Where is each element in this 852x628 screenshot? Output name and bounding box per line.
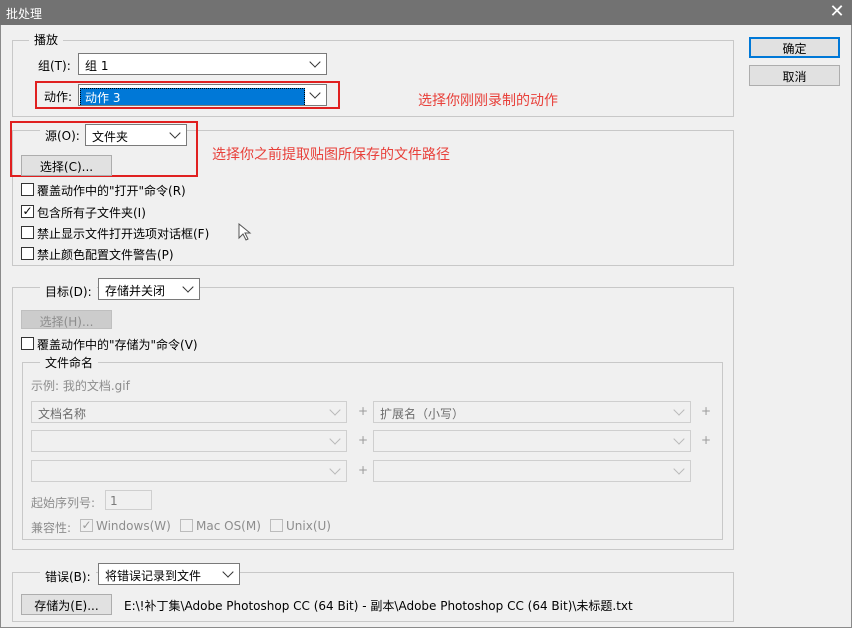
chevron-down-icon — [182, 281, 194, 293]
suppress-open-options-checkbox[interactable] — [21, 226, 34, 239]
suppress-color-warning-label: 禁止颜色配置文件警告(P) — [37, 248, 174, 262]
errors-select[interactable]: 将错误记录到文件 — [98, 563, 240, 585]
suppress-open-options-label: 禁止显示文件打开选项对话框(F) — [37, 227, 210, 241]
chevron-down-icon — [329, 433, 341, 445]
include-subfolders-checkbox[interactable]: ✓ — [21, 205, 34, 218]
naming-field-3-left[interactable] — [31, 460, 347, 482]
naming-field-1-left[interactable]: 文档名称 — [31, 401, 347, 423]
include-subfolders-label: 包含所有子文件夹(I) — [37, 206, 146, 220]
action-annotation: 选择你刚刚录制的动作 — [418, 93, 558, 109]
action-select-value: 动作 3 — [80, 88, 305, 105]
destination-choose-button[interactable]: 选择(H)... — [21, 310, 112, 329]
group-select-value: 组 1 — [85, 59, 109, 73]
compat-unix-label: Unix(U) — [286, 519, 331, 533]
save-as-button[interactable]: 存储为(E)... — [21, 594, 112, 615]
compat-label: 兼容性: — [31, 521, 72, 535]
source-annotation: 选择你之前提取贴图所保存的文件路径 — [212, 147, 450, 163]
cancel-button[interactable]: 取消 — [749, 65, 840, 86]
chevron-down-icon — [309, 56, 321, 68]
naming-example: 示例: 我的文档.gif — [31, 379, 130, 393]
chevron-down-icon — [673, 433, 685, 445]
serial-input[interactable]: 1 — [105, 490, 152, 510]
compat-macos-checkbox[interactable] — [180, 519, 193, 532]
plus-icon: + — [701, 433, 712, 447]
naming-field-1-left-value: 文档名称 — [38, 407, 87, 421]
source-select-value: 文件夹 — [92, 130, 129, 144]
checkmark-icon: ✓ — [22, 204, 33, 218]
plus-icon: + — [358, 433, 369, 447]
source-select[interactable]: 文件夹 — [85, 124, 187, 146]
window-title: 批处理 — [6, 7, 43, 21]
action-label: 动作: — [44, 90, 73, 104]
title-bar: 批处理 ✕ — [0, 0, 852, 25]
compat-windows-label: Windows(W) — [96, 519, 171, 533]
chevron-down-icon — [329, 404, 341, 416]
naming-field-3-right[interactable] — [373, 460, 691, 482]
naming-field-2-right[interactable] — [373, 430, 691, 452]
compat-unix-checkbox[interactable] — [270, 519, 283, 532]
chevron-down-icon — [673, 463, 685, 475]
chevron-down-icon — [329, 463, 341, 475]
source-label: 源(O): — [40, 127, 85, 144]
override-save-as-checkbox[interactable] — [21, 337, 34, 350]
naming-field-1-right-value: 扩展名（小写） — [380, 407, 465, 421]
naming-field-1-right[interactable]: 扩展名（小写） — [373, 401, 691, 423]
serial-label: 起始序列号: — [31, 496, 96, 510]
mouse-cursor-icon — [238, 223, 252, 241]
override-open-checkbox[interactable] — [21, 183, 34, 196]
group-select[interactable]: 组 1 — [78, 53, 327, 75]
chevron-down-icon — [673, 404, 685, 416]
destination-select-value: 存储并关闭 — [105, 284, 166, 298]
play-legend: 播放 — [29, 31, 64, 48]
errors-select-value: 将错误记录到文件 — [105, 569, 202, 583]
errors-label: 错误(B): — [40, 568, 96, 585]
source-choose-button[interactable]: 选择(C)... — [21, 155, 112, 176]
destination-label: 目标(D): — [40, 283, 97, 300]
close-icon[interactable]: ✕ — [826, 2, 848, 22]
plus-icon: + — [358, 404, 369, 418]
chevron-down-icon — [169, 127, 181, 139]
plus-icon: + — [701, 404, 712, 418]
chevron-down-icon — [222, 566, 234, 578]
destination-select[interactable]: 存储并关闭 — [98, 278, 200, 300]
naming-field-2-left[interactable] — [31, 430, 347, 452]
ok-button[interactable]: 确定 — [749, 37, 840, 58]
plus-icon: + — [358, 463, 369, 477]
action-select[interactable]: 动作 3 — [78, 84, 327, 106]
chevron-down-icon — [309, 87, 321, 99]
compat-macos-label: Mac OS(M) — [196, 519, 261, 533]
group-label: 组(T): — [38, 59, 71, 73]
checkmark-icon: ✓ — [81, 518, 92, 532]
file-naming-legend: 文件命名 — [40, 354, 99, 371]
override-save-as-label: 覆盖动作中的"存储为"命令(V) — [37, 338, 198, 352]
compat-windows-checkbox[interactable]: ✓ — [80, 519, 93, 532]
suppress-color-warning-checkbox[interactable] — [21, 247, 34, 260]
override-open-label: 覆盖动作中的"打开"命令(R) — [37, 184, 186, 198]
error-log-path: E:\!补丁集\Adobe Photoshop CC (64 Bit) - 副本… — [124, 599, 633, 613]
